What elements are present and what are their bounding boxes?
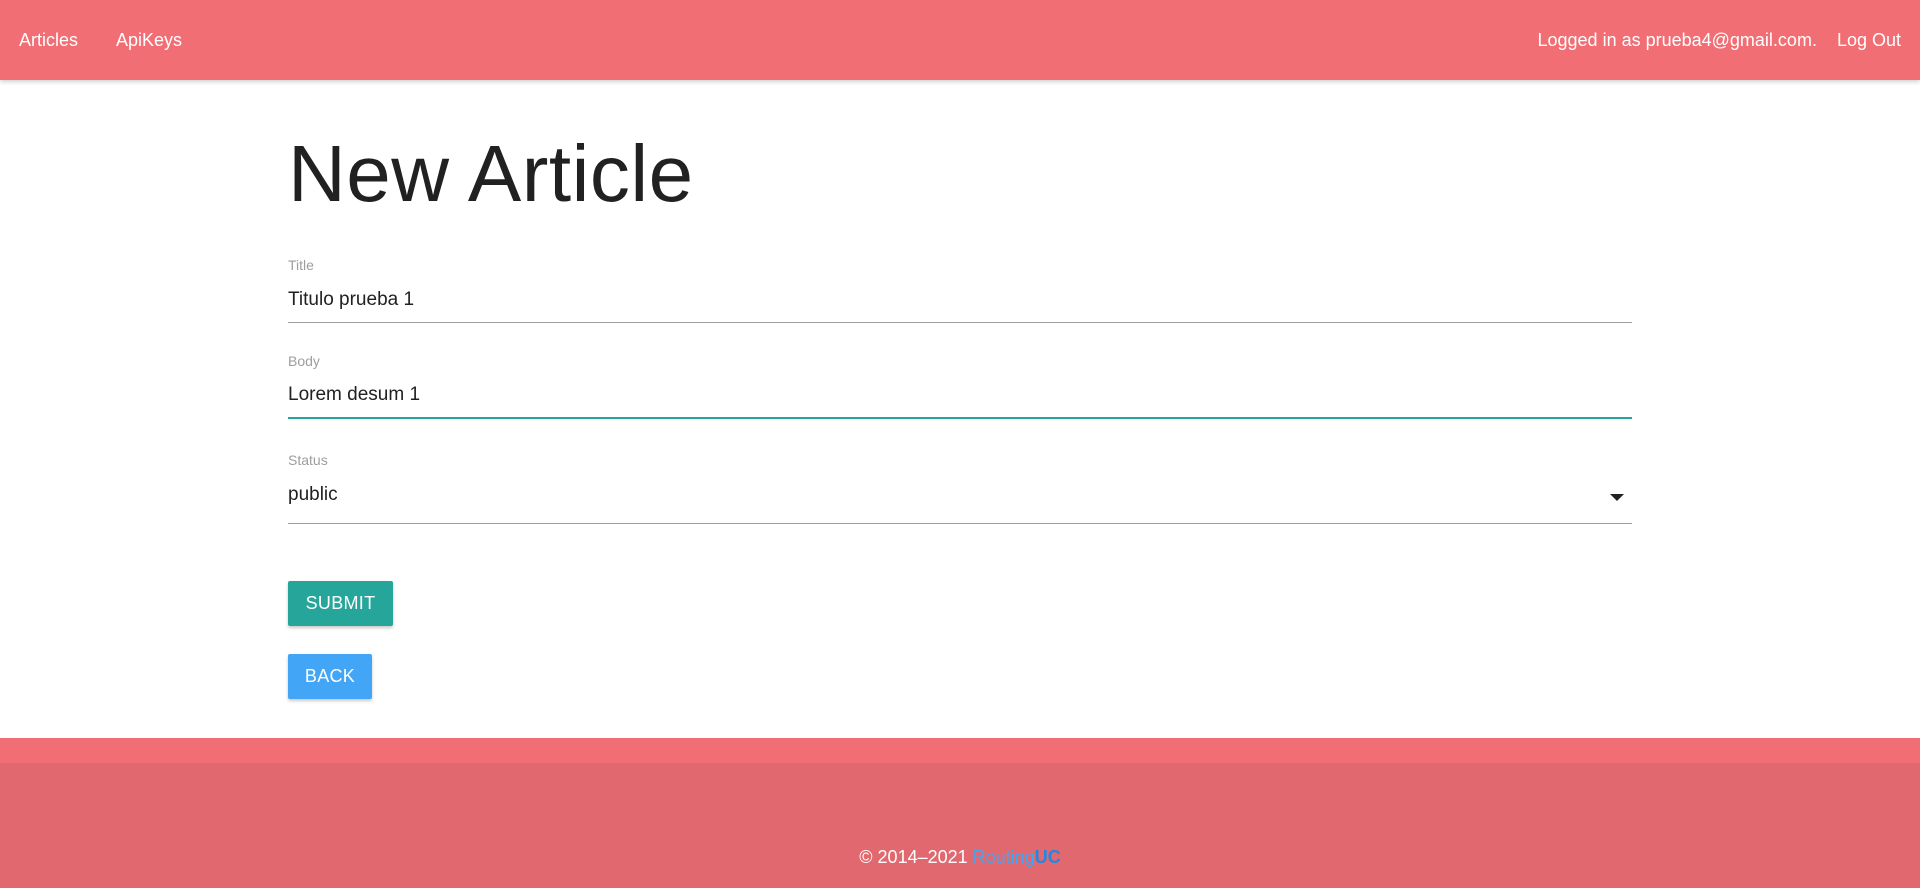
dropdown-caret-icon <box>1610 494 1624 501</box>
status-select[interactable]: public <box>288 472 1632 524</box>
brand-link-uc[interactable]: UC <box>1035 847 1061 867</box>
brand-link-routing[interactable]: Routing <box>973 847 1035 867</box>
title-field: Title <box>288 257 1632 323</box>
logout-link[interactable]: Log Out <box>1837 30 1901 51</box>
footer: © 2014–2021 RoutingUC <box>0 763 1920 888</box>
user-area: Logged in as prueba4@gmail.com. Log Out <box>1538 0 1902 80</box>
submit-button[interactable]: SUBMIT <box>288 581 393 626</box>
logged-in-text: Logged in as prueba4@gmail.com. <box>1537 29 1817 50</box>
status-field: Status public <box>288 452 1632 524</box>
nav-link-articles[interactable]: Articles <box>19 30 78 51</box>
copyright-text: © 2014–2021 <box>859 847 973 867</box>
body-field: Body <box>288 353 1632 419</box>
body-label: Body <box>288 353 320 369</box>
page-title: New Article <box>288 129 694 218</box>
title-label: Title <box>288 257 314 273</box>
body-input[interactable] <box>288 373 1632 419</box>
footer-copyright: © 2014–2021 RoutingUC <box>0 847 1920 868</box>
nav-links: Articles ApiKeys <box>19 0 220 80</box>
status-label: Status <box>288 452 328 468</box>
status-selected-value: public <box>288 484 338 505</box>
back-button[interactable]: BACK <box>288 654 372 699</box>
footer-top-band <box>0 738 1920 763</box>
nav-link-apikeys[interactable]: ApiKeys <box>116 30 182 51</box>
title-input[interactable] <box>288 277 1632 323</box>
top-navbar: Articles ApiKeys Logged in as prueba4@gm… <box>0 0 1920 80</box>
